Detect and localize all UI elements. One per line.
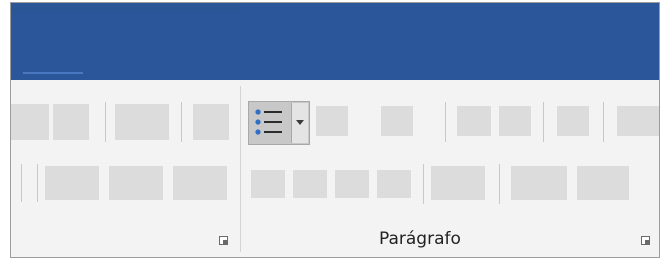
sort-placeholder-button[interactable] (557, 106, 589, 136)
separator (21, 164, 22, 202)
font-placeholder-button[interactable] (45, 166, 99, 200)
multilevel-placeholder-button[interactable] (381, 106, 413, 136)
bulleted-list-icon (255, 109, 282, 135)
separator (105, 102, 106, 142)
indent-placeholder-button[interactable] (499, 106, 531, 136)
separator (423, 164, 424, 204)
font-placeholder-button[interactable] (53, 104, 89, 140)
font-placeholder-button[interactable] (11, 104, 49, 140)
indent-placeholder-button[interactable] (457, 106, 491, 136)
word-window: Parágrafo (10, 2, 660, 258)
separator (603, 102, 604, 142)
align-placeholder-button[interactable] (251, 170, 285, 198)
show-marks-placeholder-button[interactable] (617, 106, 659, 136)
align-placeholder-button[interactable] (377, 170, 411, 198)
font-placeholder-button[interactable] (109, 166, 163, 200)
font-dialog-launcher-icon[interactable] (219, 236, 228, 245)
numbering-placeholder-button[interactable] (316, 106, 348, 136)
borders-placeholder-button[interactable] (577, 166, 629, 200)
font-placeholder-button[interactable] (115, 104, 169, 140)
paragraph-group-label: Parágrafo (379, 229, 461, 249)
chevron-down-icon[interactable] (291, 103, 308, 143)
align-placeholder-button[interactable] (335, 170, 369, 198)
font-placeholder-button[interactable] (173, 166, 227, 200)
separator (543, 102, 544, 142)
separator (181, 102, 182, 142)
font-placeholder-button[interactable] (193, 104, 229, 140)
line-spacing-placeholder-button[interactable] (431, 166, 485, 200)
separator (37, 164, 38, 202)
separator (445, 102, 446, 142)
group-separator (240, 86, 241, 252)
active-tab-indicator (23, 72, 83, 74)
align-placeholder-button[interactable] (293, 170, 327, 198)
title-bar (11, 3, 659, 80)
bullets-button[interactable] (248, 101, 310, 145)
ribbon: Parágrafo (11, 80, 659, 257)
paragraph-dialog-launcher-icon[interactable] (641, 236, 650, 245)
shading-placeholder-button[interactable] (511, 166, 567, 200)
separator (499, 164, 500, 204)
title-bar-shade (11, 3, 241, 13)
